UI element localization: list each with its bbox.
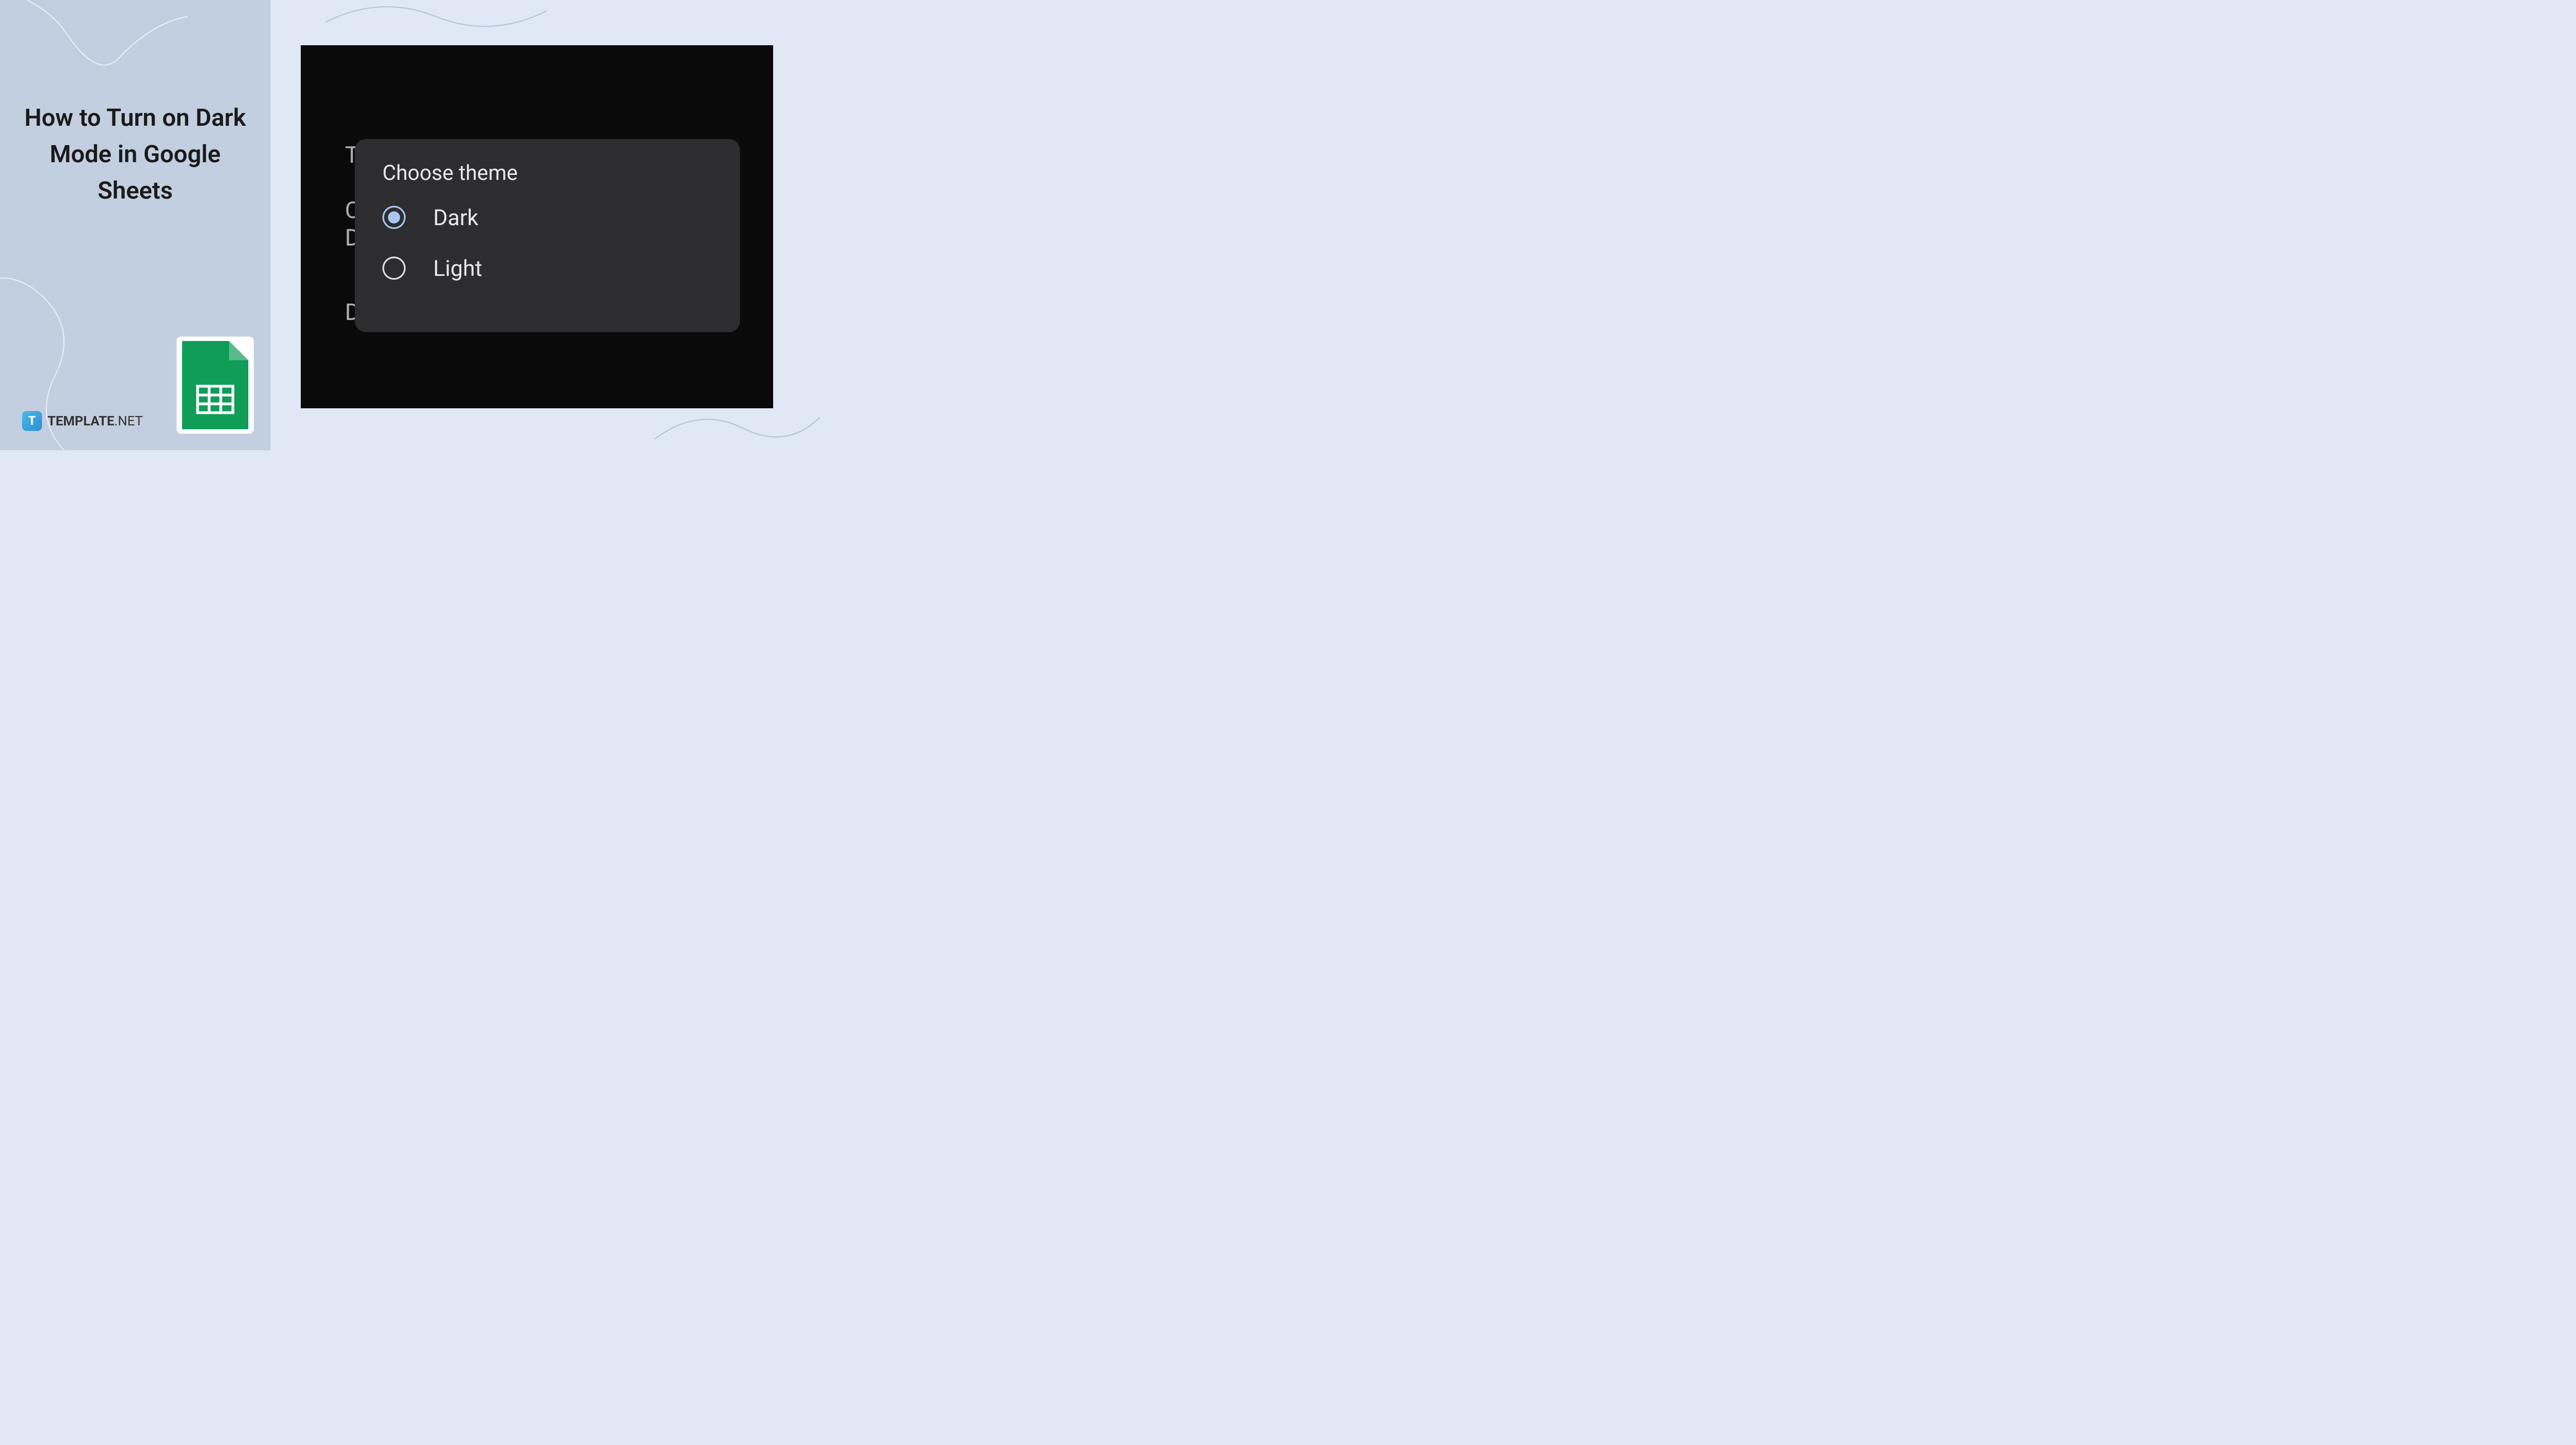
article-title: How to Turn on Dark Mode in Google Sheet… xyxy=(22,99,248,209)
choose-theme-dialog: Choose theme Dark Light xyxy=(355,139,740,332)
theme-option-light[interactable]: Light xyxy=(382,255,712,281)
dialog-title: Choose theme xyxy=(382,161,712,185)
brand-icon-letter: T xyxy=(28,414,36,428)
radio-unselected-icon xyxy=(382,257,406,280)
brand-suffix: .NET xyxy=(114,413,143,429)
radio-label-dark: Dark xyxy=(433,205,478,231)
theme-option-dark[interactable]: Dark xyxy=(382,205,712,231)
screenshot-container: T C D D Choose theme Dark Light xyxy=(301,45,773,408)
radio-selected-icon xyxy=(382,206,406,229)
google-sheets-icon xyxy=(177,337,254,434)
brand-text: TEMPLATE.NET xyxy=(47,413,143,429)
radio-label-light: Light xyxy=(433,255,482,281)
brand-logo: T TEMPLATE.NET xyxy=(22,411,143,431)
left-panel: How to Turn on Dark Mode in Google Sheet… xyxy=(0,0,270,450)
brand-icon: T xyxy=(22,411,42,431)
right-panel: T C D D Choose theme Dark Light xyxy=(270,0,803,450)
brand-name: TEMPLATE xyxy=(47,413,114,429)
